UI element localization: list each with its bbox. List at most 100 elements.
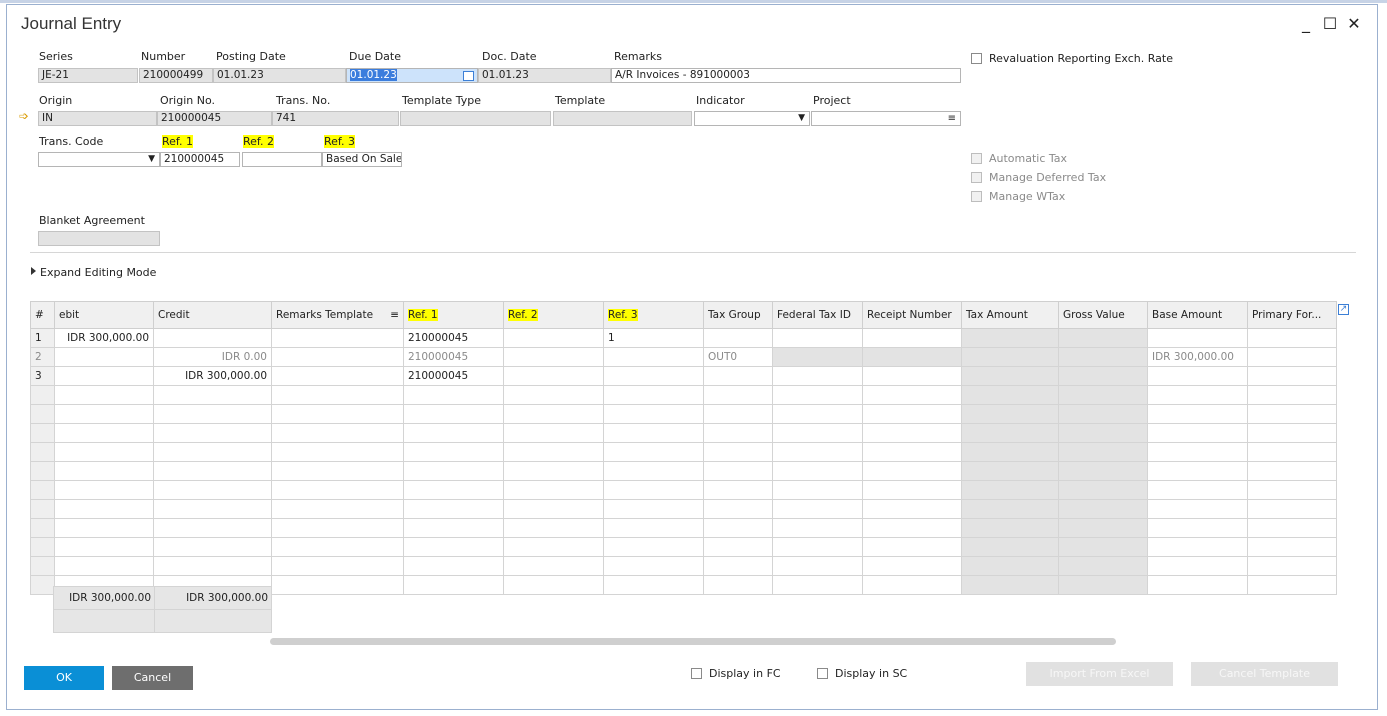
table-cell[interactable] [1058, 442, 1148, 462]
table-cell[interactable] [403, 575, 504, 595]
table-cell[interactable] [862, 385, 962, 405]
table-cell[interactable] [772, 461, 863, 481]
cancel-template-button[interactable]: Cancel Template [1191, 662, 1338, 686]
table-cell[interactable] [1147, 499, 1248, 519]
horizontal-scrollbar[interactable] [270, 638, 1116, 645]
table-cell[interactable] [153, 499, 272, 519]
col-header-tax-amount[interactable]: Tax Amount [961, 301, 1059, 329]
table-cell[interactable] [772, 556, 863, 576]
table-cell[interactable] [503, 347, 604, 367]
table-cell[interactable] [703, 480, 773, 500]
table-cell[interactable] [1147, 518, 1248, 538]
revaluation-checkbox[interactable] [971, 53, 982, 64]
table-cell[interactable] [961, 385, 1059, 405]
table-cell[interactable] [271, 461, 404, 481]
table-cell[interactable] [54, 556, 154, 576]
table-cell[interactable] [503, 461, 604, 481]
table-cell[interactable] [603, 537, 704, 557]
table-cell[interactable] [961, 556, 1059, 576]
table-cell[interactable] [503, 404, 604, 424]
table-cell[interactable] [862, 366, 962, 386]
expand-editing-mode-link[interactable]: Expand Editing Mode [40, 266, 156, 279]
table-cell[interactable] [961, 461, 1059, 481]
table-cell[interactable] [1058, 328, 1148, 348]
table-cell[interactable] [862, 461, 962, 481]
table-cell[interactable] [1147, 404, 1248, 424]
table-cell[interactable] [271, 442, 404, 462]
table-cell[interactable] [503, 556, 604, 576]
table-cell[interactable] [1058, 537, 1148, 557]
table-cell[interactable] [772, 442, 863, 462]
table-cell[interactable] [54, 537, 154, 557]
cancel-button[interactable]: Cancel [112, 666, 193, 690]
calendar-icon[interactable] [463, 71, 474, 81]
table-cell[interactable] [703, 385, 773, 405]
table-cell[interactable] [603, 499, 704, 519]
table-cell[interactable] [703, 366, 773, 386]
table-cell[interactable] [1247, 385, 1337, 405]
table-cell[interactable] [271, 518, 404, 538]
table-cell[interactable] [271, 480, 404, 500]
indicator-dropdown[interactable]: ▼ [694, 111, 810, 126]
display-fc-checkbox[interactable] [691, 668, 702, 679]
expand-grid-icon[interactable]: ↗ [1338, 304, 1349, 315]
table-cell[interactable] [403, 499, 504, 519]
display-sc-checkbox[interactable] [817, 668, 828, 679]
table-cell[interactable] [603, 366, 704, 386]
remarks-field[interactable]: A/R Invoices - 891000003 [611, 68, 961, 83]
table-cell[interactable] [1058, 518, 1148, 538]
table-cell[interactable]: 1 [603, 328, 704, 348]
origin-no-field[interactable]: 210000045 [157, 111, 272, 126]
table-cell[interactable] [54, 366, 154, 386]
table-cell[interactable] [862, 518, 962, 538]
table-cell[interactable] [1147, 442, 1248, 462]
table-cell[interactable] [703, 442, 773, 462]
table-cell[interactable] [703, 518, 773, 538]
table-row[interactable] [30, 461, 1337, 481]
table-cell[interactable] [153, 404, 272, 424]
table-cell[interactable] [603, 518, 704, 538]
table-row[interactable] [30, 499, 1337, 519]
col-header-ref1[interactable]: Ref. 1 [403, 301, 504, 329]
col-header-receipt-number[interactable]: Receipt Number [862, 301, 962, 329]
table-cell[interactable] [153, 537, 272, 557]
table-cell[interactable] [54, 518, 154, 538]
table-cell[interactable] [403, 537, 504, 557]
table-cell[interactable] [961, 347, 1059, 367]
table-cell[interactable] [862, 480, 962, 500]
table-cell[interactable] [603, 480, 704, 500]
table-cell[interactable] [271, 423, 404, 443]
table-cell[interactable] [961, 499, 1059, 519]
table-cell[interactable] [1058, 347, 1148, 367]
table-cell[interactable]: OUT0 [703, 347, 773, 367]
table-cell[interactable] [772, 423, 863, 443]
table-cell[interactable] [1147, 366, 1248, 386]
table-cell[interactable] [153, 423, 272, 443]
table-cell[interactable] [772, 575, 863, 595]
table-cell[interactable] [503, 537, 604, 557]
col-header-base-amount[interactable]: Base Amount [1147, 301, 1248, 329]
table-cell[interactable] [772, 480, 863, 500]
trans-code-dropdown[interactable]: ▼ [38, 152, 160, 167]
table-cell[interactable] [403, 480, 504, 500]
table-cell[interactable] [153, 461, 272, 481]
table-cell[interactable] [603, 404, 704, 424]
table-cell[interactable] [271, 499, 404, 519]
table-cell[interactable] [1147, 461, 1248, 481]
col-header-remarks-template[interactable]: Remarks Template ≡ [271, 301, 404, 329]
table-cell[interactable]: 210000045 [403, 366, 504, 386]
table-cell[interactable] [603, 442, 704, 462]
table-cell[interactable] [1058, 423, 1148, 443]
table-cell[interactable] [1247, 556, 1337, 576]
maximize-button[interactable]: ☐ [1320, 14, 1340, 33]
table-cell[interactable] [1247, 537, 1337, 557]
table-cell[interactable] [603, 347, 704, 367]
table-cell[interactable] [1147, 575, 1248, 595]
table-row[interactable] [30, 537, 1337, 557]
table-cell[interactable] [403, 404, 504, 424]
table-cell[interactable] [862, 347, 962, 367]
table-cell[interactable] [862, 575, 962, 595]
table-cell[interactable] [1058, 461, 1148, 481]
table-cell[interactable] [703, 423, 773, 443]
table-cell[interactable] [1147, 328, 1248, 348]
